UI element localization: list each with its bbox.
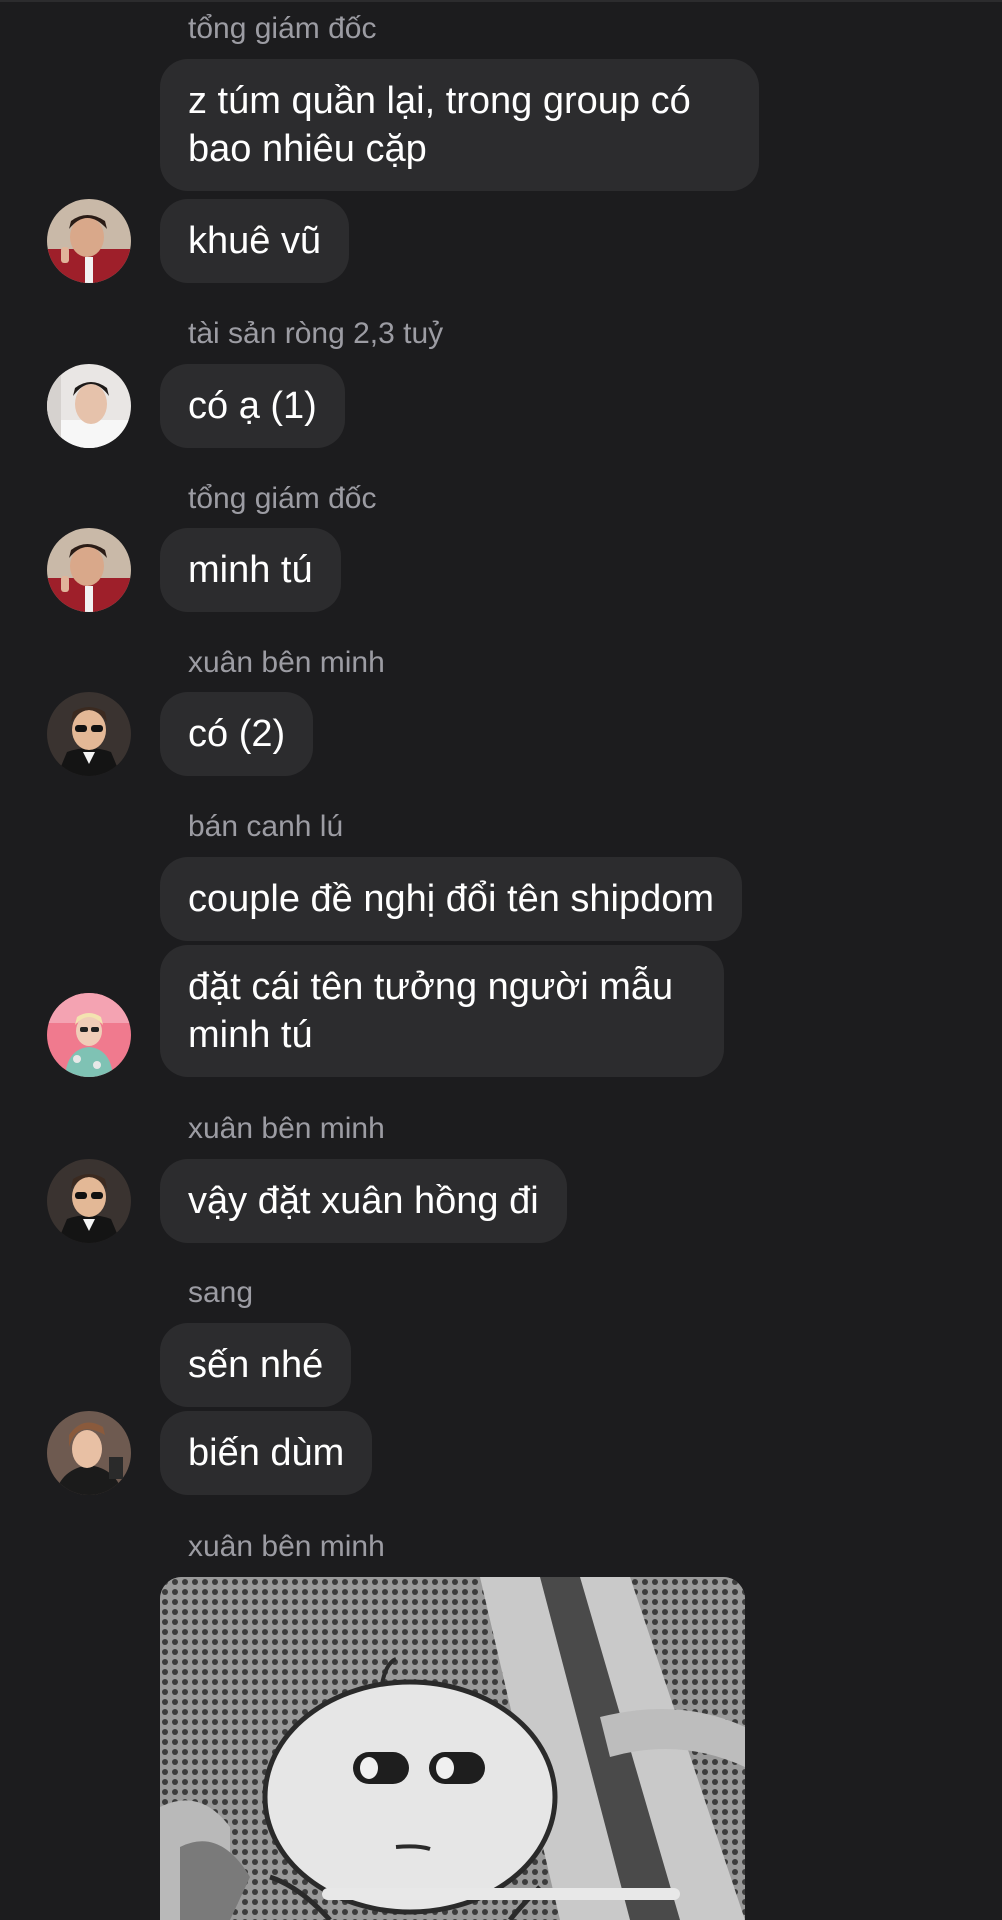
message-text: có (2): [188, 713, 286, 755]
sender-name: sang: [188, 1276, 254, 1309]
message-text: minh tú: [188, 549, 313, 591]
avatar[interactable]: [47, 528, 131, 612]
sender-name: bán canh lú: [188, 810, 344, 843]
message-text: biến dùm: [188, 1432, 345, 1474]
message-text: sến nhé: [188, 1344, 324, 1386]
sender-name: xuân bên minh: [188, 1530, 385, 1563]
message-bubble[interactable]: biến dùm: [160, 1411, 373, 1495]
sender-name: tổng giám đốc: [188, 482, 377, 515]
avatar[interactable]: [47, 993, 131, 1077]
message-bubble[interactable]: vậy đặt xuân hồng đi: [160, 1159, 567, 1243]
message-text: couple đề nghị đổi tên shipdom: [188, 878, 715, 920]
sender-name: tổng giám đốc: [188, 12, 377, 45]
sender-name: tài sản ròng 2,3 tuỷ: [188, 317, 444, 350]
message-text: z túm quần lại, trong group có bao nhiêu…: [188, 80, 691, 170]
message-bubble[interactable]: có ạ (1): [160, 364, 345, 448]
meme-sticker[interactable]: [160, 1577, 745, 1920]
message-bubble[interactable]: couple đề nghị đổi tên shipdom: [160, 857, 743, 941]
top-edge-divider: [0, 0, 1002, 2]
message-bubble[interactable]: khuê vũ: [160, 199, 350, 283]
message-text: vậy đặt xuân hồng đi: [188, 1180, 539, 1222]
message-text: khuê vũ: [188, 220, 322, 262]
sender-name: xuân bên minh: [188, 646, 385, 679]
message-bubble[interactable]: đặt cái tên tưởng người mẫu minh tú: [160, 945, 724, 1077]
message-bubble[interactable]: sến nhé: [160, 1323, 352, 1407]
avatar[interactable]: [47, 1411, 131, 1495]
message-bubble[interactable]: z túm quần lại, trong group có bao nhiêu…: [160, 59, 759, 191]
avatar[interactable]: [47, 692, 131, 776]
sender-name: xuân bên minh: [188, 1112, 385, 1145]
avatar[interactable]: [47, 364, 131, 448]
message-bubble[interactable]: minh tú: [160, 528, 341, 612]
message-text: đặt cái tên tưởng người mẫu minh tú: [188, 966, 674, 1056]
avatar[interactable]: [47, 199, 131, 283]
message-text: có ạ (1): [188, 385, 317, 427]
avatar[interactable]: [47, 1159, 131, 1243]
message-bubble[interactable]: có (2): [160, 692, 314, 776]
home-indicator[interactable]: [322, 1888, 680, 1900]
